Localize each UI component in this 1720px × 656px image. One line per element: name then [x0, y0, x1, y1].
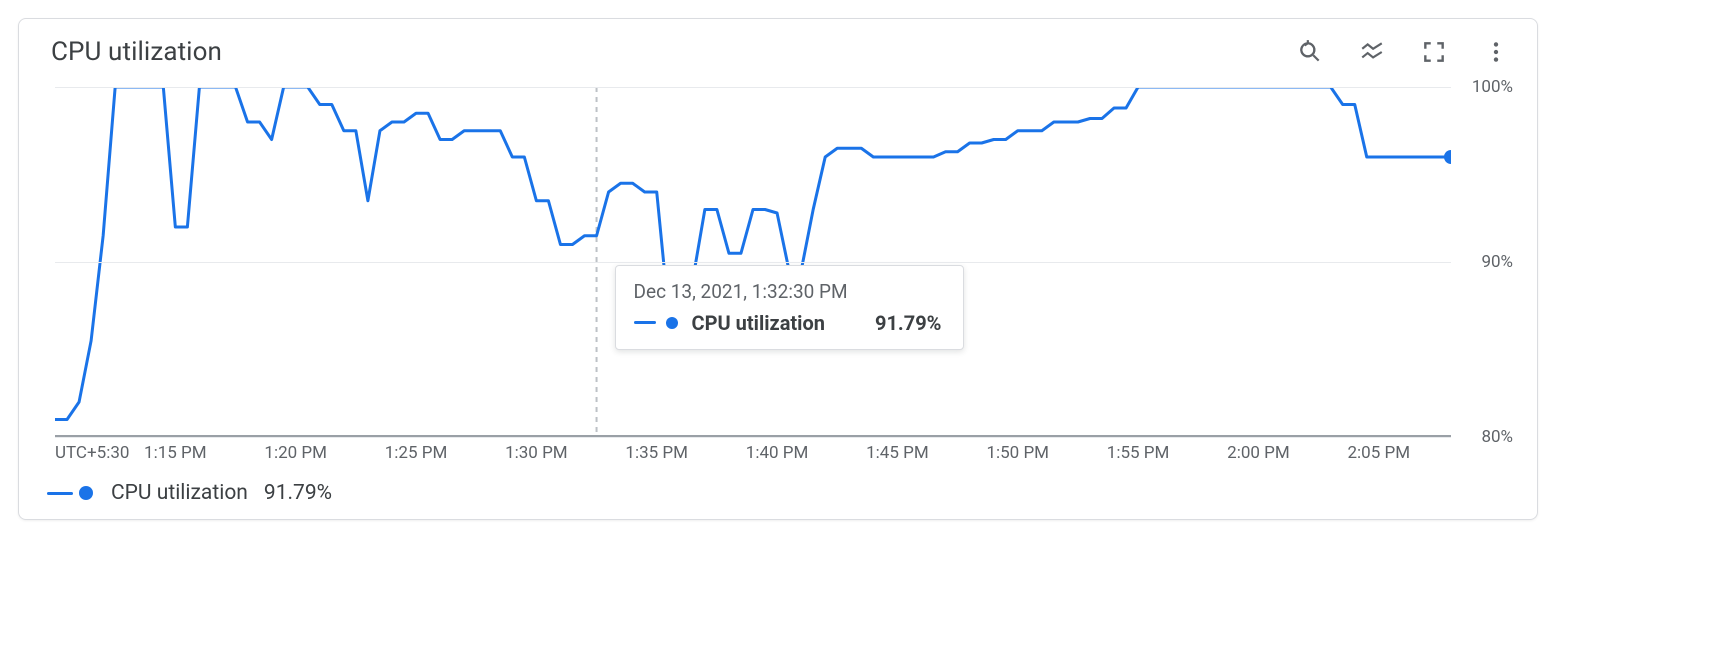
tooltip-value: 91.79% [875, 311, 941, 335]
legend-toggle-button[interactable] [1355, 35, 1389, 69]
chart-toolbar [1293, 35, 1513, 69]
y-axis-label: 80% [1481, 427, 1513, 447]
timezone-label: UTC+5:30 [55, 443, 129, 463]
gridline [55, 262, 1451, 263]
x-axis: UTC+5:30 1:15 PM 1:20 PM 1:25 PM 1:30 PM 1:3… [55, 437, 1451, 471]
chart-tooltip: Dec 13, 2021, 1:32:30 PM CPU utilization… [615, 265, 965, 350]
legend-value: 91.79% [264, 481, 332, 505]
chart-area[interactable]: Dec 13, 2021, 1:32:30 PM CPU utilization… [35, 87, 1521, 471]
x-axis-label: 1:50 PM [986, 443, 1049, 463]
x-axis-label: 1:45 PM [866, 443, 929, 463]
more-menu-button[interactable] [1479, 35, 1513, 69]
x-axis-label: 1:15 PM [144, 443, 207, 463]
legend-swatch-line [47, 492, 73, 495]
legend-swatch-dot [79, 486, 93, 500]
more-vert-icon [1483, 39, 1509, 65]
card-header: CPU utilization [19, 19, 1537, 77]
x-axis-label: 1:25 PM [385, 443, 448, 463]
plot-area[interactable]: Dec 13, 2021, 1:32:30 PM CPU utilization… [55, 87, 1451, 437]
legend-icon [1359, 39, 1385, 65]
tooltip-timestamp: Dec 13, 2021, 1:32:30 PM [634, 280, 942, 303]
x-axis-label: 1:40 PM [746, 443, 809, 463]
y-axis-label: 100% [1472, 77, 1513, 97]
gridline [55, 87, 1451, 88]
legend-series-name: CPU utilization [111, 481, 248, 505]
card-title: CPU utilization [51, 37, 222, 67]
x-axis-label: 2:05 PM [1347, 443, 1410, 463]
zoom-reset-icon [1297, 39, 1323, 65]
x-axis-label: 1:20 PM [264, 443, 327, 463]
fullscreen-icon [1421, 39, 1447, 65]
fullscreen-button[interactable] [1417, 35, 1451, 69]
chart-legend[interactable]: CPU utilization 91.79% [19, 471, 1537, 505]
x-axis-label: 1:30 PM [505, 443, 568, 463]
x-axis-label: 1:55 PM [1107, 443, 1170, 463]
chart-card: CPU utilization Dec 13, 2021, 1:32:30 PM [18, 18, 1538, 520]
x-axis-label: 1:35 PM [625, 443, 688, 463]
tooltip-swatch-line [634, 321, 656, 324]
x-axis-label: 2:00 PM [1227, 443, 1290, 463]
y-axis-label: 90% [1481, 252, 1513, 272]
tooltip-series-name: CPU utilization [692, 311, 825, 335]
reset-zoom-button[interactable] [1293, 35, 1327, 69]
tooltip-swatch-dot [666, 317, 678, 329]
